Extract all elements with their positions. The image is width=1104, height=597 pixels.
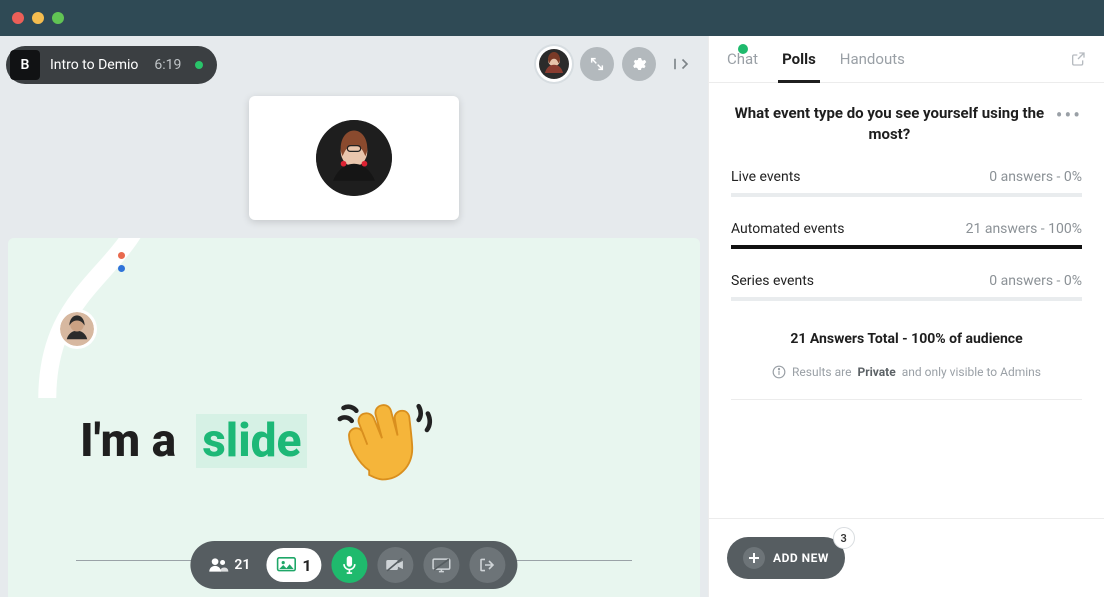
external-link-icon (1070, 51, 1086, 67)
side-panel: Chat Polls Handouts What event type do y… (708, 36, 1104, 597)
image-icon (276, 557, 296, 573)
poll-option-label: Series events (731, 273, 814, 289)
privacy-bold: Private (857, 365, 895, 379)
presenter-toolbar: 21 1 (190, 541, 517, 589)
camera-off-icon (386, 557, 406, 573)
poll-privacy-note: Results are Private and only visible to … (731, 365, 1082, 379)
exit-icon (479, 557, 497, 573)
panel-divider (731, 399, 1082, 400)
session-info-pill[interactable]: B Intro to Demio 6:19 (6, 46, 217, 84)
tab-handouts[interactable]: Handouts (840, 50, 905, 82)
poll-option-bar (731, 245, 1082, 249)
screenshare-off-button[interactable] (424, 547, 460, 583)
poll-option[interactable]: Automated events 21 answers - 100% (731, 221, 1082, 249)
tab-chat[interactable]: Chat (727, 50, 758, 82)
session-title: Intro to Demio (50, 57, 138, 73)
poll-option-stat: 0 answers - 0% (989, 169, 1082, 185)
camera-off-button[interactable] (378, 547, 414, 583)
presentation-slide: I'm a slide 21 1 (8, 238, 700, 597)
info-icon (772, 365, 786, 379)
poll-option-label: Live events (731, 169, 801, 185)
privacy-suffix: and only visible to Admins (902, 365, 1041, 379)
add-new-button[interactable]: ADD NEW 3 (727, 537, 845, 579)
panel-tabs: Chat Polls Handouts (709, 36, 1104, 83)
poll-body: What event type do you see yourself usin… (709, 83, 1104, 518)
stage-top-controls (536, 46, 698, 82)
add-new-label: ADD NEW (773, 551, 829, 565)
poll-totals: 21 Answers Total - 100% of audience (731, 331, 1082, 347)
window-minimize-icon[interactable] (32, 12, 44, 24)
webcam-avatar-icon (316, 120, 392, 196)
window-titlebar (0, 0, 1104, 36)
live-status-dot-icon (195, 61, 203, 69)
open-external-button[interactable] (1070, 51, 1086, 81)
slide-text-highlight: slide (196, 414, 307, 468)
poll-question: What event type do you see yourself usin… (731, 103, 1048, 145)
decorative-curve-icon (8, 238, 178, 398)
poll-option-label: Automated events (731, 221, 844, 237)
panel-footer: ADD NEW 3 (709, 518, 1104, 597)
poll-option[interactable]: Series events 0 answers - 0% (731, 273, 1082, 301)
chat-notification-dot-icon (738, 44, 748, 54)
window-close-icon[interactable] (12, 12, 24, 24)
decorative-dots-icon (118, 252, 125, 272)
presenter-avatar[interactable] (536, 46, 572, 82)
settings-button[interactable] (622, 47, 656, 81)
attendee-count-value: 21 (234, 557, 250, 573)
slide-text-prefix: I'm a (80, 414, 176, 468)
attendee-avatar[interactable] (60, 312, 94, 346)
poll-option-bar (731, 193, 1082, 197)
webcam-tile[interactable] (249, 96, 459, 220)
session-time: 6:19 (154, 57, 181, 73)
collapse-panel-button[interactable] (664, 47, 698, 81)
media-count-value: 1 (302, 556, 311, 575)
fullscreen-button[interactable] (580, 47, 614, 81)
leave-session-button[interactable] (470, 547, 506, 583)
window-maximize-icon[interactable] (52, 12, 64, 24)
privacy-prefix: Results are (792, 365, 851, 379)
tab-handouts-label: Handouts (840, 50, 905, 68)
tab-polls-label: Polls (782, 50, 816, 68)
poll-option-stat: 21 answers - 100% (966, 221, 1082, 237)
microphone-button[interactable] (332, 547, 368, 583)
media-share-button[interactable]: 1 (266, 548, 321, 582)
plus-icon (743, 547, 765, 569)
people-icon (208, 557, 228, 573)
poll-option[interactable]: Live events 0 answers - 0% (731, 169, 1082, 197)
screen-off-icon (432, 557, 452, 573)
poll-more-button[interactable]: ••• (1056, 103, 1082, 125)
tab-polls[interactable]: Polls (782, 50, 816, 82)
window-traffic-lights (12, 12, 64, 24)
attendee-count-button[interactable]: 21 (202, 557, 256, 573)
poll-option-bar (731, 297, 1082, 301)
add-new-badge: 3 (833, 527, 855, 549)
stage-area: B Intro to Demio 6:19 (0, 36, 708, 597)
waving-hand-icon (327, 386, 437, 496)
poll-option-stat: 0 answers - 0% (989, 273, 1082, 289)
microphone-icon (342, 556, 358, 574)
brand-badge: B (10, 50, 40, 80)
